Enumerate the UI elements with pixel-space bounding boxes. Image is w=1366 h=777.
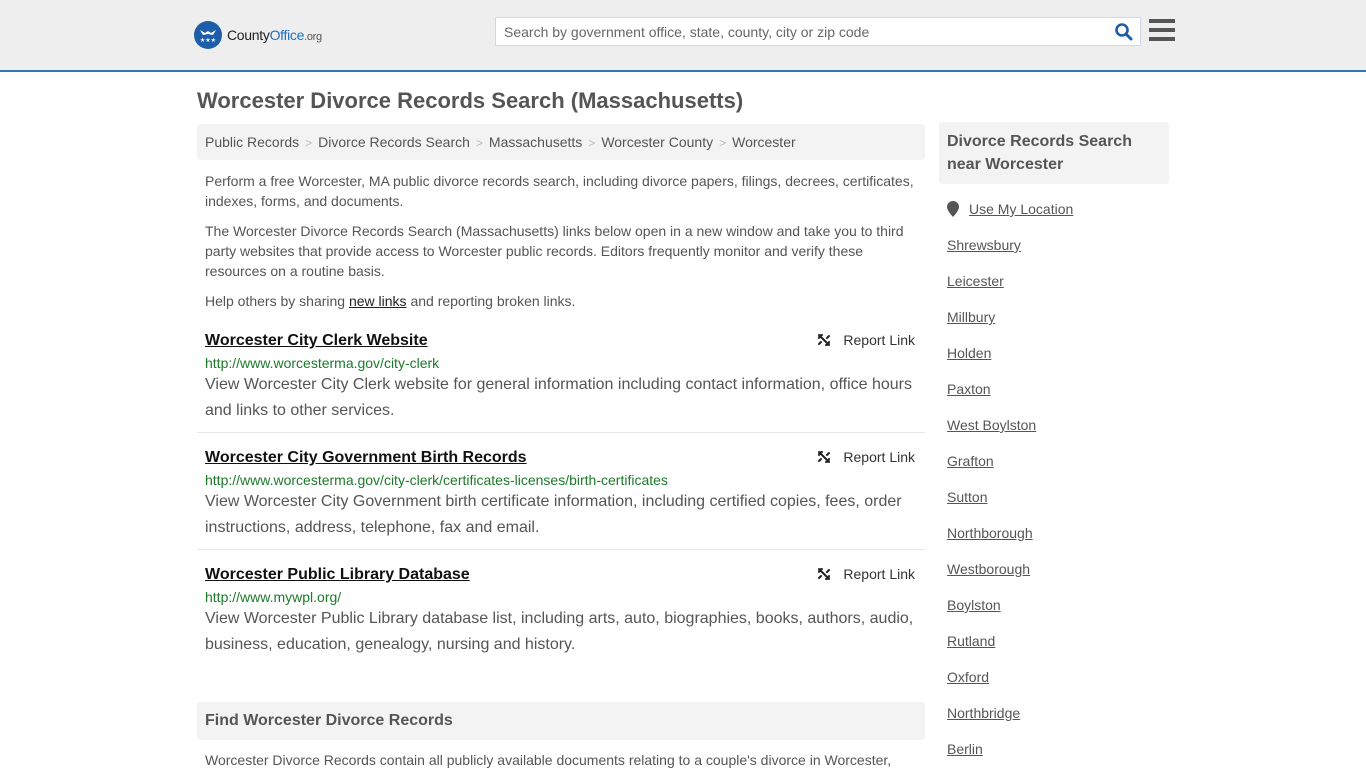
list-item: Holden [947, 345, 1036, 381]
place-link[interactable]: Northborough [947, 525, 1033, 541]
place-link[interactable]: Northbridge [947, 705, 1020, 721]
place-link[interactable]: Boylston [947, 597, 1001, 613]
search-box [495, 17, 1141, 46]
result-item: Worcester City Government Birth Records … [197, 443, 925, 550]
list-item: Paxton [947, 381, 1036, 417]
result-description: View Worcester City Government birth cer… [205, 493, 902, 536]
search-input[interactable] [496, 18, 1106, 45]
result-title-link[interactable]: Worcester City Government Birth Records [205, 449, 527, 467]
result-url[interactable]: http://www.mywpl.org/ [205, 589, 917, 605]
site-logo[interactable]: ★★★ CountyOffice.org [194, 20, 322, 50]
map-pin-icon [947, 201, 959, 217]
breadcrumb-divorce-records-search[interactable]: Divorce Records Search [318, 134, 470, 150]
list-item: Millbury [947, 309, 1036, 345]
logo-text: CountyOffice.org [227, 27, 322, 43]
eagle-stars-logo-icon: ★★★ [194, 21, 222, 49]
place-link[interactable]: Rutland [947, 633, 995, 649]
broken-link-icon [818, 451, 831, 463]
report-link-button[interactable]: Report Link [816, 449, 915, 465]
breadcrumb-worcester-county[interactable]: Worcester County [601, 134, 713, 150]
hamburger-menu-icon[interactable] [1149, 19, 1175, 43]
intro-paragraph-2: The Worcester Divorce Records Search (Ma… [205, 223, 904, 279]
result-description: View Worcester City Clerk website for ge… [205, 376, 912, 419]
broken-link-icon [818, 568, 831, 580]
site-header: ★★★ CountyOffice.org [0, 0, 1366, 72]
list-item: Northborough [947, 525, 1036, 561]
result-item: Worcester City Clerk Website Report Link… [197, 326, 925, 433]
result-title-link[interactable]: Worcester City Clerk Website [205, 332, 428, 350]
place-link[interactable]: Berlin [947, 741, 983, 757]
search-button[interactable] [1114, 22, 1134, 42]
place-link[interactable]: Sutton [947, 489, 987, 505]
intro-paragraph-1: Perform a free Worcester, MA public divo… [205, 173, 914, 209]
broken-link-icon [818, 334, 831, 346]
place-link[interactable]: Grafton [947, 453, 994, 469]
page-title: Worcester Divorce Records Search (Massac… [197, 88, 744, 113]
list-item: Grafton [947, 453, 1036, 489]
list-item: Boylston [947, 597, 1036, 633]
breadcrumb-separator: > [588, 136, 596, 150]
use-my-location-link[interactable]: Use My Location [969, 201, 1073, 217]
svg-text:★★★: ★★★ [200, 37, 216, 44]
report-link-button[interactable]: Report Link [816, 566, 915, 582]
place-link[interactable]: Leicester [947, 273, 1004, 289]
list-item: Oxford [947, 669, 1036, 705]
intro-paragraph-3: Help others by sharing new links and rep… [205, 293, 576, 309]
place-link[interactable]: Holden [947, 345, 991, 361]
result-description: View Worcester Public Library database l… [205, 610, 914, 653]
place-link[interactable]: Shrewsbury [947, 237, 1021, 253]
breadcrumb-separator: > [719, 136, 727, 150]
list-item: Berlin [947, 741, 1036, 777]
list-item: Sutton [947, 489, 1036, 525]
list-item: Westborough [947, 561, 1036, 597]
place-link[interactable]: Oxford [947, 669, 989, 685]
place-link[interactable]: Millbury [947, 309, 995, 325]
breadcrumb: Public Records > Divorce Records Search > Ma… [197, 124, 925, 160]
breadcrumb-separator: > [305, 136, 313, 150]
breadcrumb-massachusetts[interactable]: Massachusetts [489, 134, 582, 150]
nearby-places-list: Shrewsbury Leicester Millbury Holden Pax… [947, 237, 1036, 777]
new-links-link[interactable]: new links [349, 293, 407, 309]
result-url[interactable]: http://www.worcesterma.gov/city-clerk [205, 355, 917, 371]
place-link[interactable]: West Boylston [947, 417, 1036, 433]
report-link-button[interactable]: Report Link [816, 332, 915, 348]
search-icon [1115, 23, 1133, 41]
place-link[interactable]: Westborough [947, 561, 1030, 577]
breadcrumb-worcester[interactable]: Worcester [732, 134, 796, 150]
result-title-link[interactable]: Worcester Public Library Database [205, 566, 470, 584]
find-records-text: Worcester Divorce Records contain all pu… [205, 752, 892, 768]
list-item: West Boylston [947, 417, 1036, 453]
find-records-heading: Find Worcester Divorce Records [197, 702, 925, 740]
place-link[interactable]: Paxton [947, 381, 991, 397]
list-item: Shrewsbury [947, 237, 1036, 273]
sidebar-heading: Divorce Records Search near Worcester [939, 122, 1169, 184]
list-item: Rutland [947, 633, 1036, 669]
list-item: Leicester [947, 273, 1036, 309]
result-item: Worcester Public Library Database Report… [197, 560, 925, 666]
use-my-location: Use My Location [947, 201, 1073, 217]
result-url[interactable]: http://www.worcesterma.gov/city-clerk/ce… [205, 472, 917, 488]
breadcrumb-separator: > [475, 136, 483, 150]
breadcrumb-public-records[interactable]: Public Records [205, 134, 299, 150]
intro-text: Perform a free Worcester, MA public divo… [205, 171, 920, 321]
list-item: Northbridge [947, 705, 1036, 741]
